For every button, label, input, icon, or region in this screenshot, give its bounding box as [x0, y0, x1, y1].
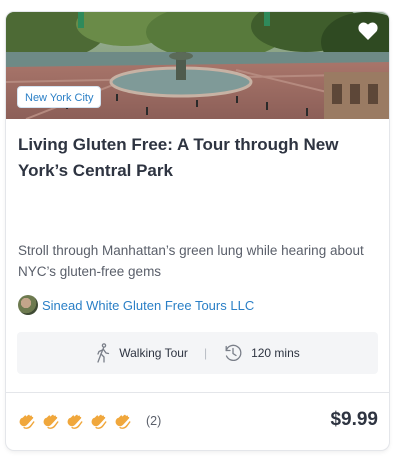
- clapping-hands-icon: [67, 414, 83, 429]
- tour-info-box: Walking Tour | 120 mins: [17, 332, 378, 374]
- operator-avatar: [18, 295, 38, 315]
- tour-type-label: Walking Tour: [119, 346, 188, 360]
- operator-name[interactable]: Sinead White Gluten Free Tours LLC: [42, 298, 254, 313]
- price: $9.99: [330, 409, 378, 430]
- tour-duration: 120 mins: [223, 343, 300, 363]
- clap-rating-icons: [17, 412, 137, 431]
- clapping-hands-icon: [19, 414, 35, 429]
- operator-link[interactable]: Sinead White Gluten Free Tours LLC: [18, 295, 254, 315]
- heart-icon: [358, 22, 378, 41]
- clock-history-icon: [225, 344, 242, 362]
- tour-duration-label: 120 mins: [251, 346, 300, 360]
- tour-type: Walking Tour: [95, 343, 188, 363]
- location-badge: New York City: [17, 86, 102, 108]
- tour-title[interactable]: Living Gluten Free: A Tour through New Y…: [18, 132, 373, 184]
- favorite-button[interactable]: [357, 20, 379, 42]
- clapping-hands-icon: [43, 414, 59, 429]
- card-divider: [6, 392, 389, 393]
- review-count[interactable]: (2): [146, 414, 161, 428]
- clapping-hands-icon: [91, 414, 107, 429]
- tour-description: Stroll through Manhattan’s green lung wh…: [18, 243, 364, 279]
- clapping-hands-icon: [115, 414, 131, 429]
- walking-icon: [97, 343, 110, 363]
- tour-card[interactable]: New York City Living Gluten Free: A Tour…: [6, 12, 389, 450]
- rating[interactable]: (2): [17, 410, 161, 432]
- info-separator: |: [203, 346, 208, 360]
